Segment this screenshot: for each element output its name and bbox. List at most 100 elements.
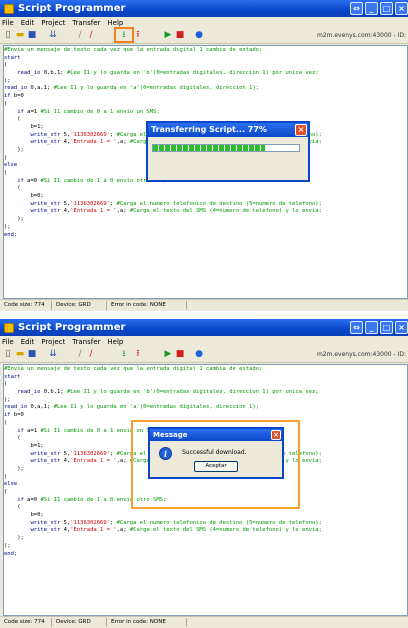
code-line: b=0; <box>4 512 407 520</box>
menu-project[interactable]: Project <box>41 19 65 27</box>
restore-icon[interactable]: ⇔ <box>350 2 363 15</box>
code-token: #Carga el texto del SMS (4=numero de tel… <box>129 208 322 215</box>
close-icon[interactable]: × <box>295 124 307 136</box>
help-icon[interactable]: ● <box>194 30 204 40</box>
code-token: ; <box>110 131 117 138</box>
run-icon[interactable]: ▶ <box>163 349 173 359</box>
code-token: 5, <box>60 519 71 526</box>
code-token: #Lee I1 y lo guarda en 'a'(0=entradas di… <box>53 85 259 92</box>
code-token: write_str <box>30 458 61 465</box>
menu-help[interactable]: Help <box>107 338 123 346</box>
code-line: if a=1 #Si I1 cambio de 0 a 1 envio un S… <box>4 109 407 117</box>
code-token: ; <box>110 450 117 457</box>
restore-icon[interactable]: ⇔ <box>350 321 363 334</box>
run-icon[interactable]: ▶ <box>163 30 173 40</box>
code-token: #Carga el texto del SMS (4=numero de tel… <box>129 527 322 534</box>
check-icon[interactable]: ∕ <box>75 349 85 359</box>
code-line: ); <box>4 535 407 543</box>
save-icon[interactable]: ■ <box>27 349 37 359</box>
window-controls: ⇔ _ □ × <box>350 321 408 334</box>
code-token: #Carga el numero telefonico de destino (… <box>116 200 322 207</box>
code-token: ( <box>4 504 21 511</box>
stop-icon[interactable]: ■ <box>175 349 185 359</box>
upload-icon[interactable]: ⭱ <box>133 349 143 359</box>
menu-bar: File Edit Project Transfer Help <box>0 17 408 28</box>
stop-icon[interactable]: ■ <box>175 30 185 40</box>
code-token: 'Entrada 1 = ' <box>70 527 117 534</box>
maximize-button[interactable]: □ <box>380 2 393 15</box>
erase-icon[interactable]: ∕ <box>86 30 96 40</box>
status-bar: Code size: 774 Device: GRD Error in code… <box>0 616 408 628</box>
menu-bar: File Edit Project Transfer Help <box>0 336 408 347</box>
code-token: ( <box>4 62 8 69</box>
code-token: ); <box>4 396 11 403</box>
minimize-button[interactable]: _ <box>365 321 378 334</box>
maximize-button[interactable]: □ <box>380 321 393 334</box>
menu-file[interactable]: File <box>2 19 14 27</box>
code-line: end; <box>4 232 407 240</box>
code-line: if b=0 <box>4 93 407 101</box>
close-icon[interactable]: × <box>271 430 281 440</box>
code-token: 4, <box>60 458 71 465</box>
code-token: write_str <box>30 208 61 215</box>
close-button[interactable]: × <box>395 2 408 15</box>
code-token: ( <box>4 116 21 123</box>
new-file-icon[interactable]: ▯ <box>3 30 13 40</box>
erase-icon[interactable]: ∕ <box>86 349 96 359</box>
code-token: write_str <box>30 519 61 526</box>
code-token: ,a; <box>116 527 130 534</box>
code-token: if <box>17 108 24 115</box>
menu-transfer[interactable]: Transfer <box>72 19 100 27</box>
code-token: #Lee I1 y lo guarda en 'a'(0=entradas di… <box>53 404 259 411</box>
compile-icon[interactable]: ⇊ <box>48 349 58 359</box>
message-dialog-title-bar[interactable]: Message × <box>150 429 282 441</box>
save-icon[interactable]: ■ <box>27 30 37 40</box>
check-icon[interactable]: ∕ <box>75 30 85 40</box>
download-icon[interactable]: ⭳ <box>119 30 129 40</box>
code-token: start <box>4 373 21 380</box>
new-file-icon[interactable]: ▯ <box>3 349 13 359</box>
connection-status: m2m.evenys.com:43000 - ID: <box>316 351 406 358</box>
help-icon[interactable]: ● <box>194 349 204 359</box>
code-token: 5, <box>60 131 71 138</box>
code-token: #Lee I1 y lo guarda en 'b'(0=entradas di… <box>66 70 319 77</box>
code-token: 5, <box>60 200 71 207</box>
code-line: ( <box>4 185 407 193</box>
code-token: if <box>17 427 24 434</box>
open-folder-icon[interactable]: ▬ <box>15 349 25 359</box>
code-token: #Envia un mensaje de texto cada vez que … <box>4 366 263 372</box>
connection-status: m2m.evenys.com:43000 - ID: <box>316 32 406 39</box>
menu-help[interactable]: Help <box>107 19 123 27</box>
code-token: ; <box>110 200 117 207</box>
title-bar[interactable]: Script Programmer ⇔ _ □ × <box>0 319 408 336</box>
code-token: 4, <box>60 527 71 534</box>
code-token: 'Entrada 1 = ' <box>70 208 117 215</box>
code-line: #Envia un mensaje de texto cada vez que … <box>4 47 407 55</box>
menu-file[interactable]: File <box>2 338 14 346</box>
title-bar[interactable]: Script Programmer ⇔ _ □ × <box>0 0 408 17</box>
close-button[interactable]: × <box>395 321 408 334</box>
code-token: if <box>17 177 24 184</box>
code-token: ,a; <box>116 208 130 215</box>
menu-edit[interactable]: Edit <box>21 19 35 27</box>
toolbar: ▯ ▬ ■ ⇊ ∕ ∕ ⭳ ⭱ ▶ ■ ● m2m.evenys.com:430… <box>0 27 408 44</box>
upload-icon[interactable]: ⭱ <box>133 30 143 40</box>
menu-transfer[interactable]: Transfer <box>72 338 100 346</box>
accept-button[interactable]: Aceptar <box>194 461 238 472</box>
code-token: 0,a,1; <box>27 85 54 92</box>
download-icon[interactable]: ⭳ <box>119 349 129 359</box>
open-folder-icon[interactable]: ▬ <box>15 30 25 40</box>
code-line: ( <box>4 62 407 70</box>
code-line: ( <box>4 101 407 109</box>
menu-project[interactable]: Project <box>41 338 65 346</box>
transfer-dialog-title-bar[interactable]: Transferring Script... 77% × <box>148 123 308 137</box>
code-token: a=0 <box>23 496 41 503</box>
minimize-button[interactable]: _ <box>365 2 378 15</box>
code-token: 4, <box>60 208 71 215</box>
compile-icon[interactable]: ⇊ <box>48 30 58 40</box>
menu-edit[interactable]: Edit <box>21 338 35 346</box>
